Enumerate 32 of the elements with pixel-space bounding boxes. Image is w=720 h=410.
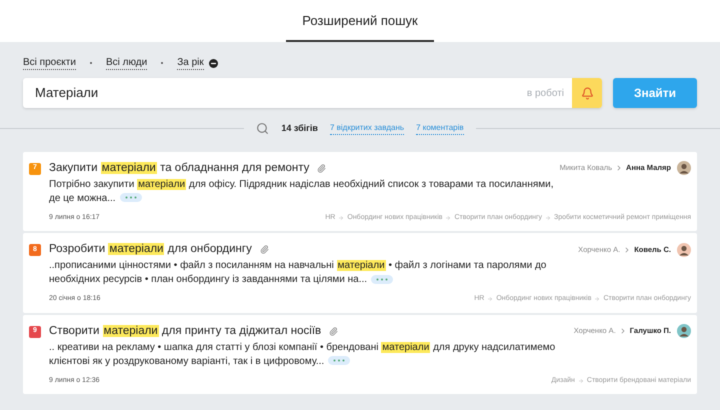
arrow-icon xyxy=(338,214,344,221)
result-link[interactable]: 7 коментарів xyxy=(416,122,464,136)
result-card[interactable] xyxy=(23,314,697,394)
result-snippet: ..прописаними цінностями • файл з посиланням на навчальні матеріали • файл з логінами та паролями до необхідних ресурсів • план онбордингу із завданнями та цілями на... xyxy=(49,259,548,287)
result-card[interactable] xyxy=(23,152,697,231)
arrow-icon xyxy=(594,296,600,302)
result-snippet: Потрібно закупити матеріали для офісу. Підрядник надіслав необхідний список з товарами та посиланнями, де це можна... xyxy=(49,178,554,206)
arrow-icon xyxy=(487,296,494,302)
result-card[interactable] xyxy=(23,233,697,312)
arrow-icon xyxy=(445,214,452,221)
avatar xyxy=(677,161,691,175)
avatar xyxy=(677,242,691,256)
search-icon xyxy=(256,122,270,136)
status-label: в роботі xyxy=(526,86,565,100)
result-title[interactable]: Створити матеріали для принту та діджитал носіїв xyxy=(49,324,322,338)
result-link[interactable]: 7 відкритих завдань xyxy=(330,122,404,136)
tab[interactable]: Розширений пошук xyxy=(286,10,434,42)
avatar xyxy=(677,324,691,338)
arrow-icon xyxy=(578,378,584,384)
filter-link[interactable]: Всі люди xyxy=(106,56,148,70)
result-snippet: .. креативи на рекламу • шапка для статті у блозі компанії • брендовані матеріали для друку надсилатимемо клієнтові як у роздрукованому варіанті, так і в цифровому... xyxy=(49,340,556,368)
remove-icon[interactable] xyxy=(208,58,218,68)
filter-link[interactable]: Всі проєкти xyxy=(23,56,76,70)
search-field[interactable]: Матеріали в роботі xyxy=(23,78,602,108)
filter-link[interactable]: За рік xyxy=(177,56,204,70)
arrow-icon xyxy=(545,214,552,221)
result-title[interactable]: Розробити матеріали для онбордингу xyxy=(49,242,252,257)
search-button[interactable]: Знайти xyxy=(613,78,697,108)
match-count: 14 збігів xyxy=(281,122,318,135)
bell-icon xyxy=(580,86,594,100)
result-title[interactable]: Закупити матеріали та обладнання для ремонту xyxy=(49,160,310,176)
bell-button[interactable] xyxy=(572,78,602,108)
